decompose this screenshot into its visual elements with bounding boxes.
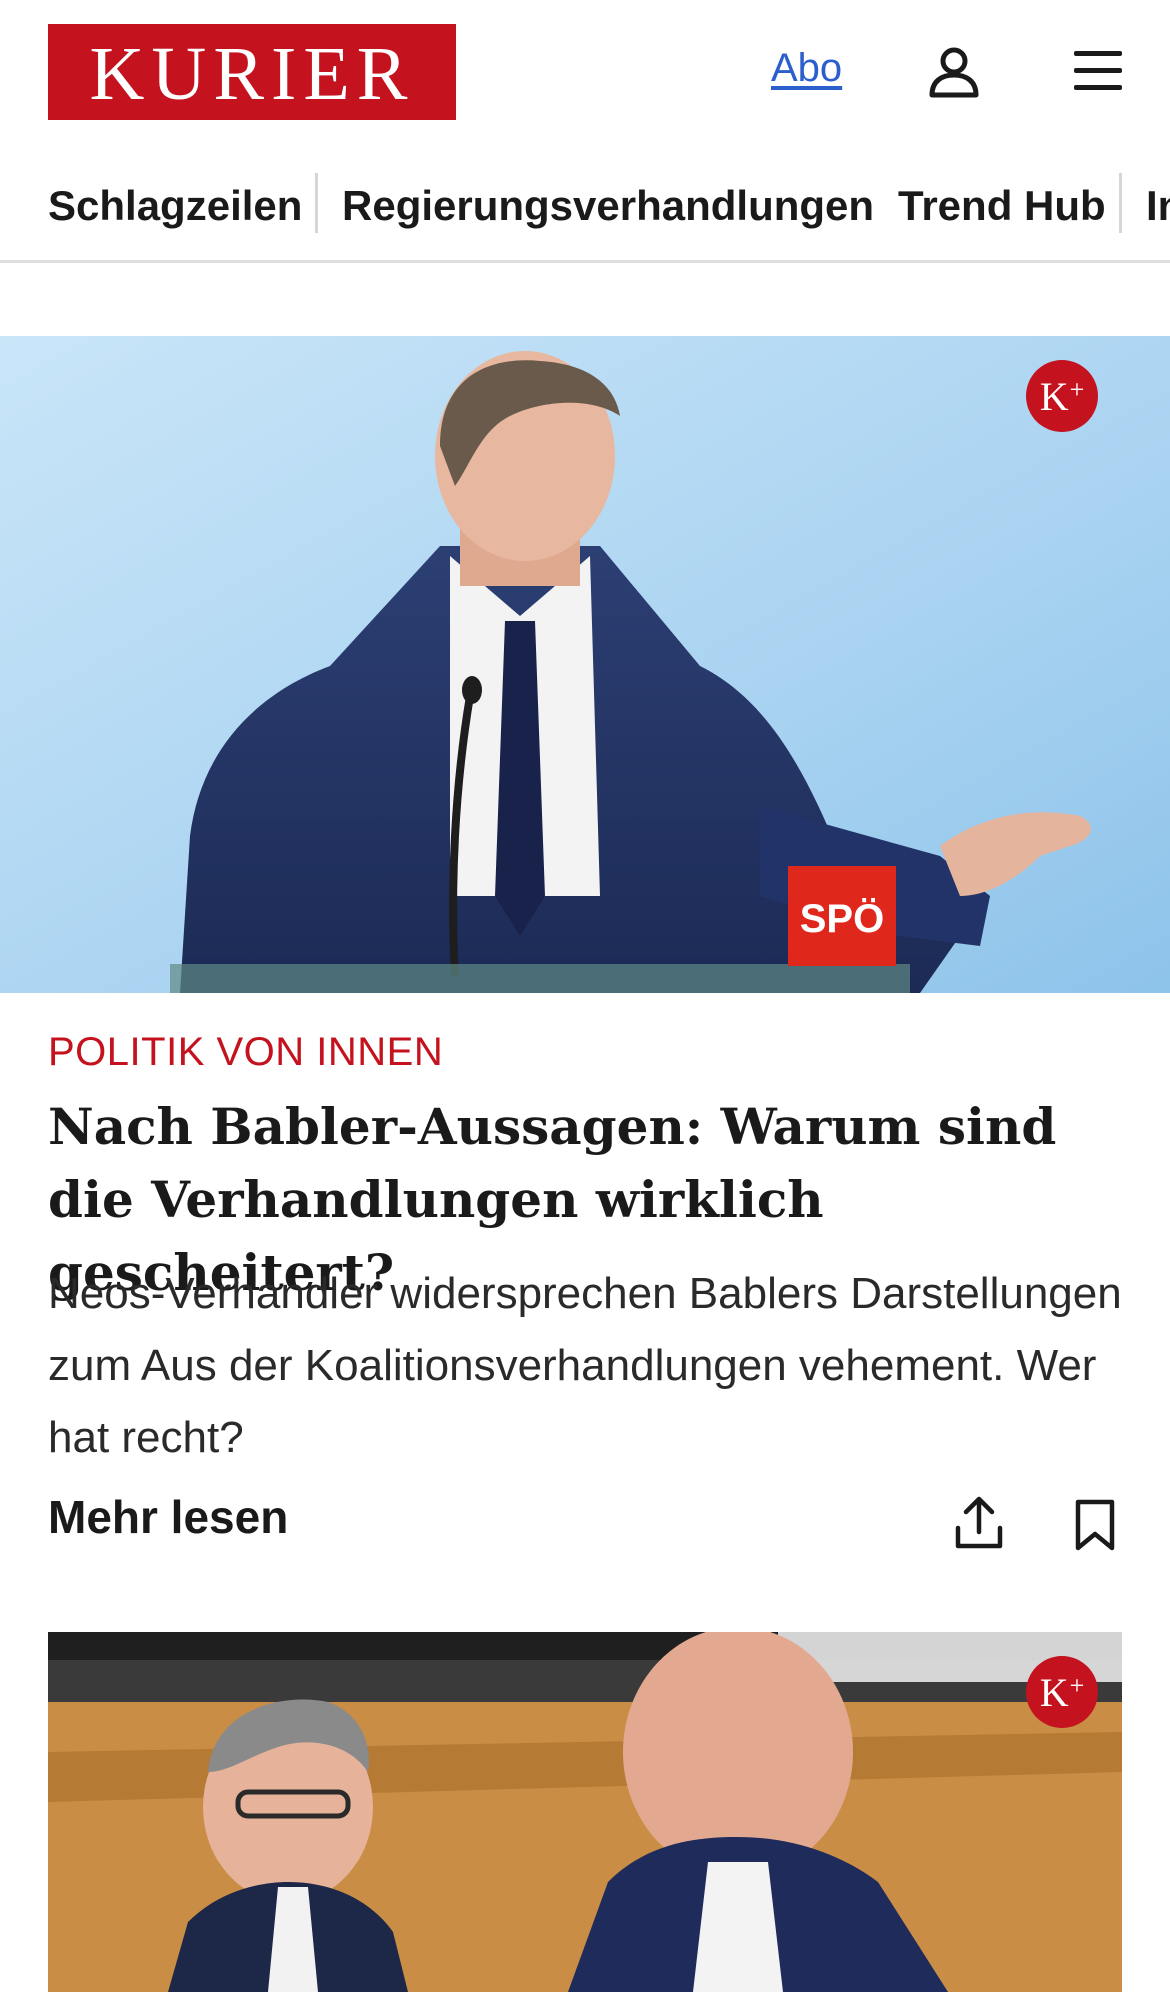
abo-link[interactable]: Abo xyxy=(771,46,842,91)
article-kicker[interactable]: POLITIK VON INNEN xyxy=(48,1030,443,1075)
kplus-plus: + xyxy=(1069,1671,1085,1700)
bookmark-icon[interactable] xyxy=(1072,1498,1118,1552)
read-more-link[interactable]: Mehr lesen xyxy=(48,1490,288,1544)
section-nav: Schlagzeilen Regierungsverhandlungen Tre… xyxy=(0,143,1170,263)
logo-text: KURIER xyxy=(89,32,415,116)
hero-image[interactable]: SPÖ K + xyxy=(0,336,1170,993)
kplus-badge: K + xyxy=(1026,360,1098,432)
spo-sign-text: SPÖ xyxy=(800,896,884,941)
kurier-logo[interactable]: KURIER xyxy=(48,24,456,120)
kplus-letter: K xyxy=(1039,1669,1069,1715)
share-icon[interactable] xyxy=(954,1494,1004,1550)
nav-item-partial[interactable]: In xyxy=(1146,181,1170,231)
nav-item-schlagzeilen[interactable]: Schlagzeilen xyxy=(48,181,302,231)
nav-item-trend-hub[interactable]: Trend Hub xyxy=(898,181,1106,231)
user-icon[interactable] xyxy=(928,46,980,98)
kplus-letter: K xyxy=(1039,373,1069,419)
nav-divider xyxy=(315,173,318,233)
second-article-image[interactable]: K + xyxy=(48,1632,1122,1992)
article-teaser[interactable]: Neos-Verhandler widersprechen Bablers Da… xyxy=(48,1258,1148,1474)
hero-illustration: SPÖ xyxy=(0,336,1170,993)
site-header: KURIER Abo xyxy=(0,0,1170,143)
kplus-badge: K + xyxy=(1026,1656,1098,1728)
second-illustration xyxy=(48,1632,1122,1992)
kplus-plus: + xyxy=(1069,375,1085,404)
hamburger-menu-icon[interactable] xyxy=(1072,48,1124,94)
nav-divider xyxy=(1119,173,1122,233)
nav-item-regierungsverhandlungen[interactable]: Regierungsverhandlungen xyxy=(342,181,874,231)
